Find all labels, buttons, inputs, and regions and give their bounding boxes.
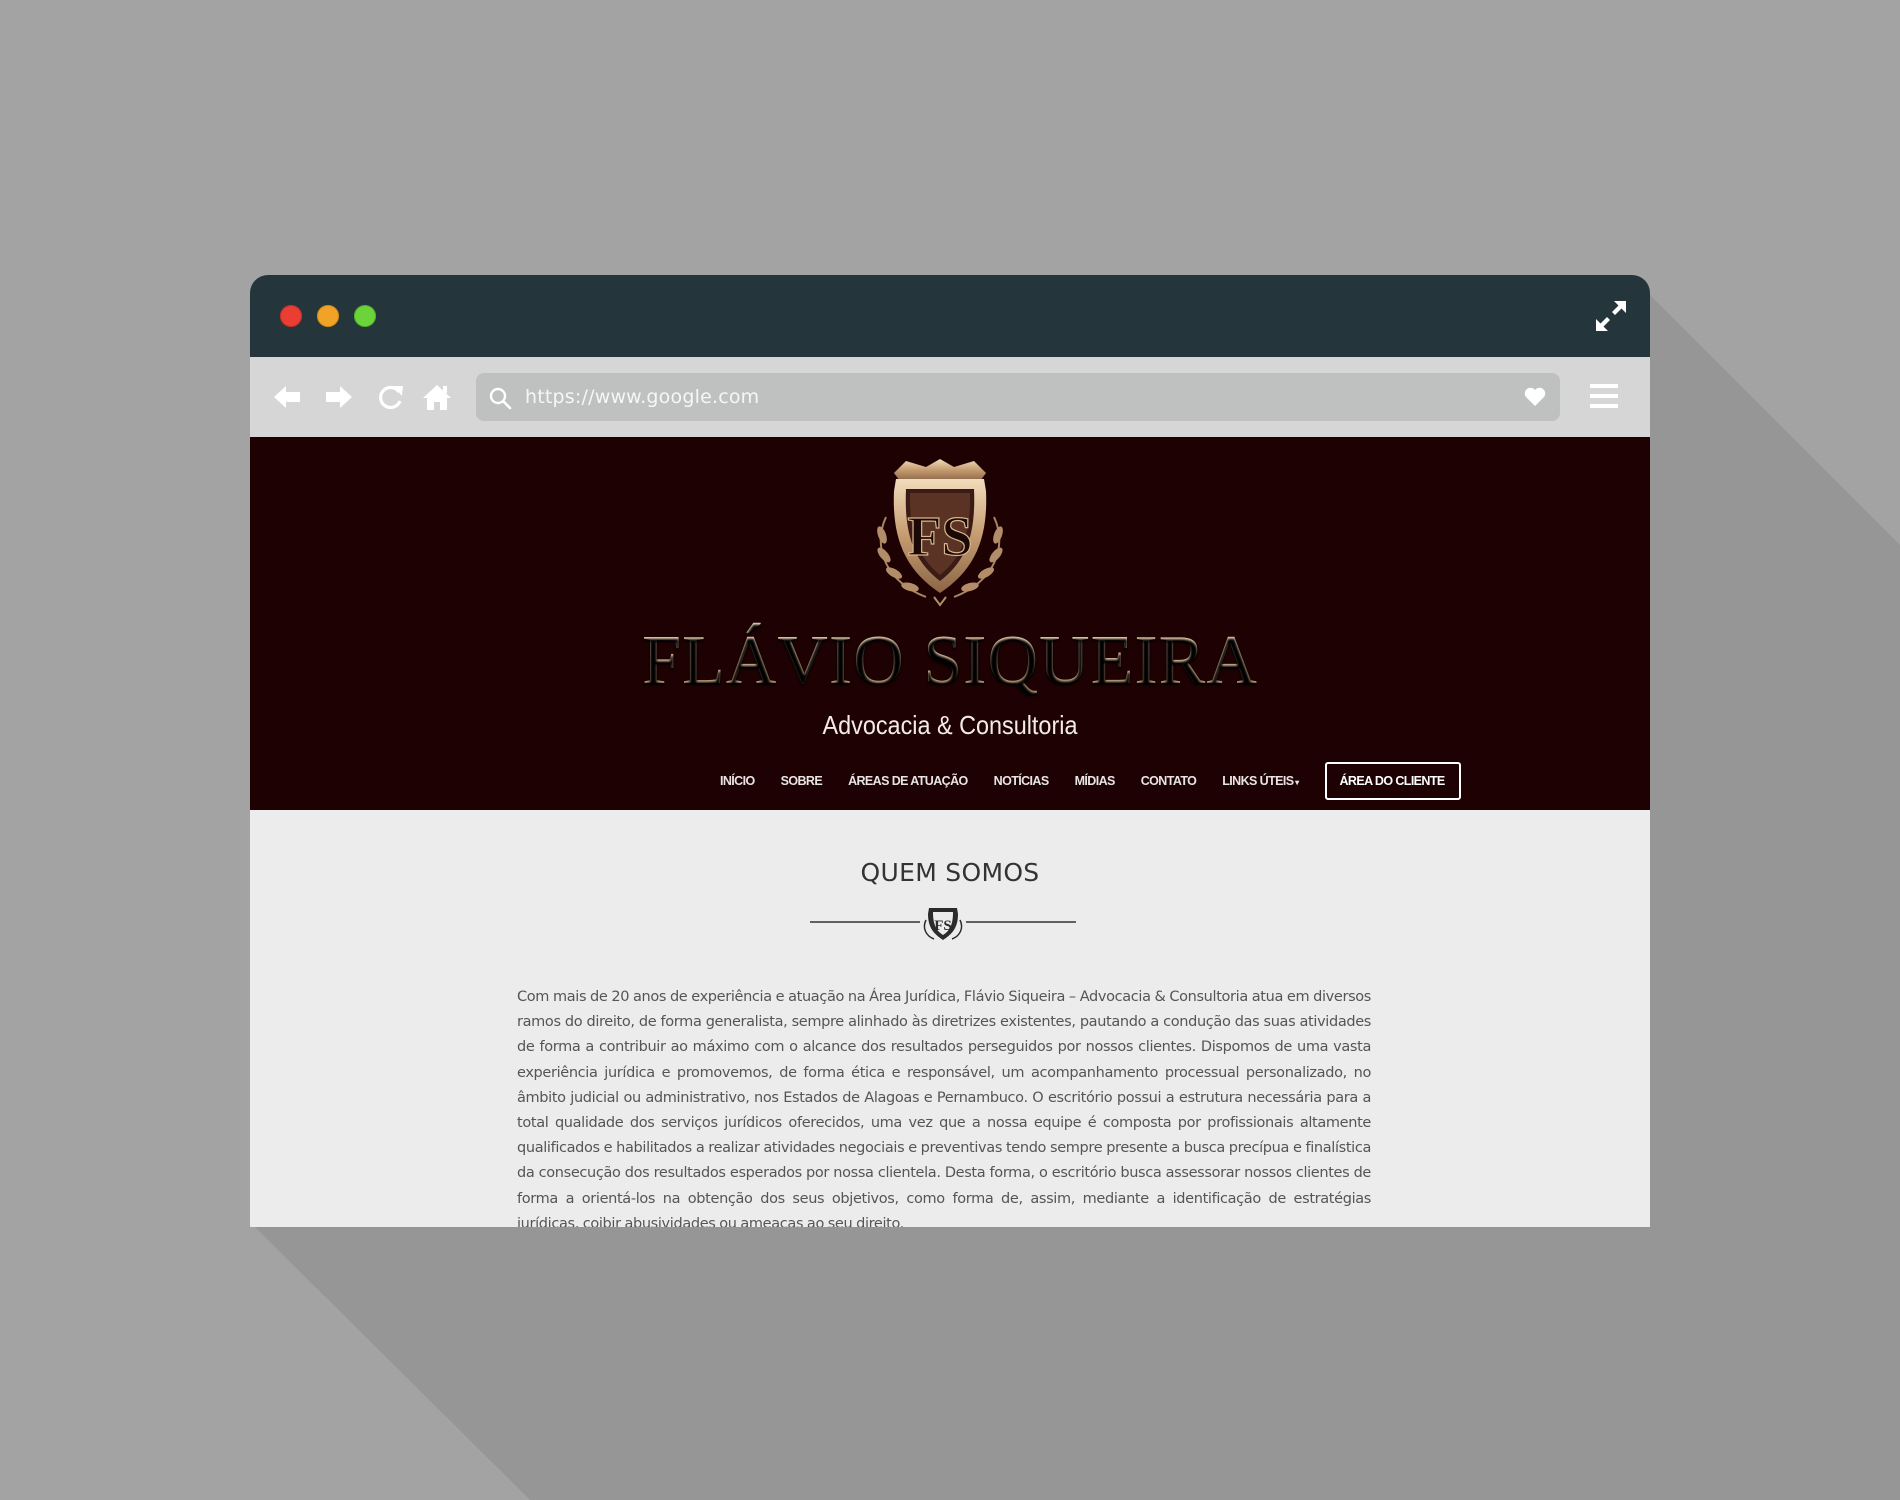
nav-item-areas-de-atuacao[interactable]: ÁREAS DE ATUAÇÃO [848,774,968,788]
logo-monogram: FS [907,506,972,568]
search-icon [489,387,512,410]
address-bar[interactable]: https://www.google.com [476,373,1560,421]
main-content: QUEM SOMOS FS Com mais de 20 anos de exp… [250,810,1650,1227]
forward-arrow-icon[interactable] [324,382,354,412]
client-area-button[interactable]: ÁREA DO CLIENTE [1324,762,1461,800]
section-title: QUEM SOMOS [860,858,1040,887]
divider-monogram: FS [934,918,952,934]
brand-name[interactable]: FLÁVIO SIQUEIRA [250,621,1650,701]
brand-subtitle: Advocacia & Consultoria [822,710,1078,740]
nav-item-sobre[interactable]: SOBRE [781,774,823,788]
about-paragraph: Com mais de 20 anos de experiência e atu… [517,989,1371,1227]
browser-toolbar: https://www.google.com [250,357,1650,437]
nav-item-links-uteis[interactable]: LINKS ÚTEIS [1222,774,1298,788]
nav-item-noticias[interactable]: NOTÍCIAS [994,774,1050,788]
heart-icon[interactable] [1524,387,1546,407]
main-navigation: INÍCIO SOBRE ÁREAS DE ATUAÇÃO NOTÍCIAS M… [720,761,1461,801]
hamburger-menu-icon[interactable] [1590,382,1618,410]
window-titlebar [250,275,1650,357]
nav-item-contato[interactable]: CONTATO [1141,774,1197,788]
reload-icon[interactable] [375,382,405,412]
minimize-window-button[interactable] [317,305,339,327]
site-header: FS FLÁVIO SIQUEIRA Advocacia & Consultor… [250,437,1650,810]
url-text[interactable]: https://www.google.com [525,386,759,408]
nav-item-inicio[interactable]: INÍCIO [720,774,755,788]
browser-window: https://www.google.com FS FLÁVIO SIQUEIR… [250,275,1650,1227]
home-icon[interactable] [422,382,452,412]
crest-logo-icon[interactable]: FS [864,457,1016,609]
divider-crest-icon: FS [923,908,963,940]
close-window-button[interactable] [280,305,302,327]
expand-icon[interactable] [1594,299,1628,333]
section-divider: FS [810,908,1076,940]
back-arrow-icon[interactable] [272,382,302,412]
zoom-window-button[interactable] [354,305,376,327]
nav-item-midias[interactable]: MÍDIAS [1075,774,1116,788]
